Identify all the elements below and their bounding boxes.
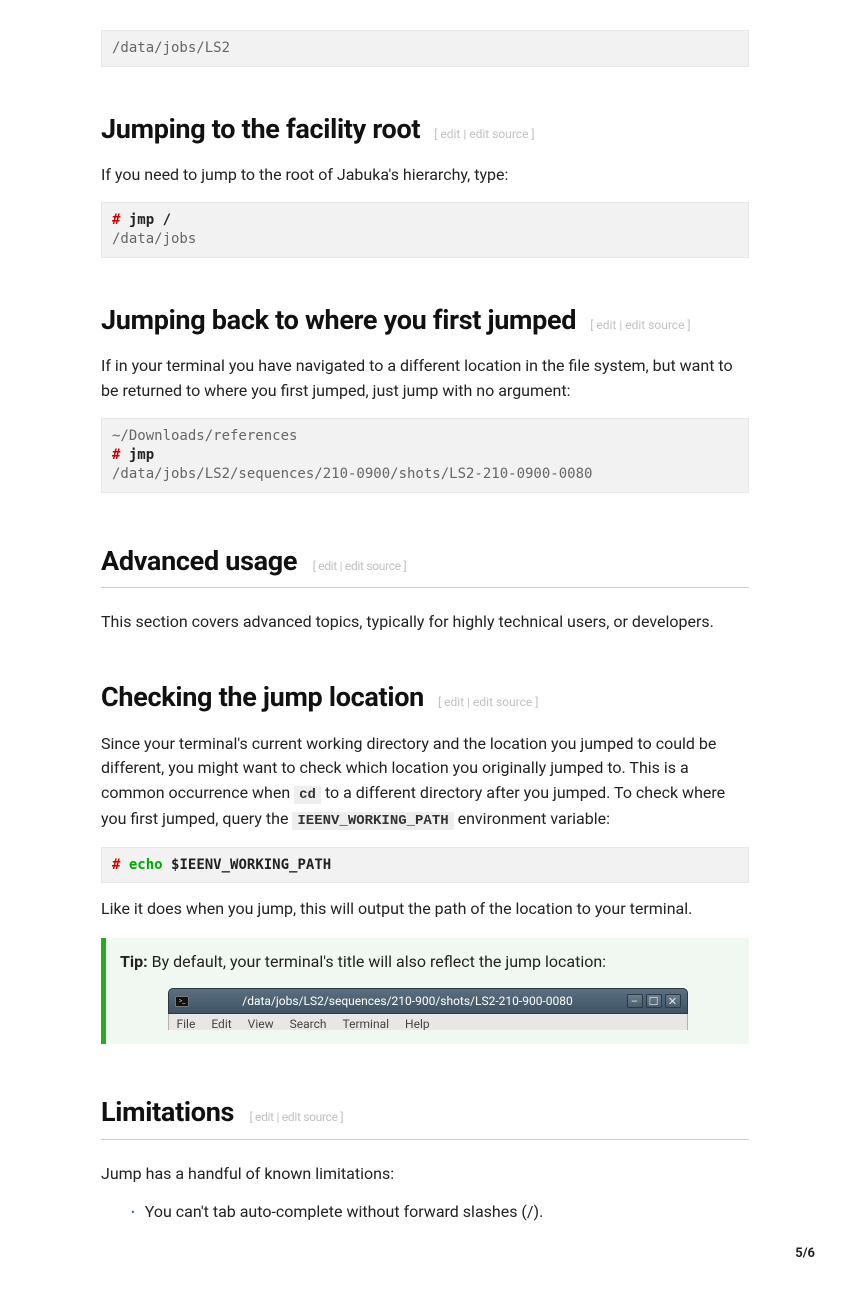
code-block: ~/Downloads/references # jmp /data/jobs/… xyxy=(101,418,749,493)
heading-jump-back: Jumping back to where you first jumped xyxy=(101,304,576,336)
maximize-icon[interactable]: ☐ xyxy=(646,994,662,1008)
terminal-app-icon: >_ xyxy=(175,996,189,1007)
prompt-hash: # xyxy=(112,212,120,228)
edit-source-link[interactable]: edit source xyxy=(473,695,532,709)
edit-link[interactable]: edit xyxy=(444,695,464,709)
tip-box: Tip: By default, your terminal's title w… xyxy=(101,938,749,1044)
text-run: environment variable: xyxy=(454,809,610,828)
list-item: You can't tab auto-complete without forw… xyxy=(131,1200,749,1224)
page-number: 5/6 xyxy=(0,1244,815,1264)
paragraph: Since your terminal's current working di… xyxy=(101,732,749,833)
limitations-list: You can't tab auto-complete without forw… xyxy=(131,1200,749,1224)
code-output: /data/jobs/LS2/sequences/210-0900/shots/… xyxy=(112,466,592,482)
edit-links: [ edit | edit source ] xyxy=(438,695,538,709)
edit-links: [ edit | edit source ] xyxy=(307,559,406,573)
menu-file[interactable]: File xyxy=(177,1017,196,1030)
terminal-titlebar: >_ /data/jobs/LS2/sequences/210-900/shot… xyxy=(168,988,688,1014)
menu-search[interactable]: Search xyxy=(290,1017,327,1030)
edit-link[interactable]: edit xyxy=(318,559,337,573)
terminal-menubar: File Edit View Search Terminal Help xyxy=(168,1014,688,1030)
menu-view[interactable]: View xyxy=(248,1017,274,1030)
paragraph: Like it does when you jump, this will ou… xyxy=(101,897,749,922)
terminal-screenshot: >_ /data/jobs/LS2/sequences/210-900/shot… xyxy=(168,988,688,1030)
inline-code-cd: cd xyxy=(294,786,321,804)
edit-source-link[interactable]: edit source xyxy=(469,127,528,141)
prompt-hash: # xyxy=(112,857,120,873)
paragraph: This section covers advanced topics, typ… xyxy=(101,610,749,635)
tip-label: Tip: xyxy=(120,952,148,971)
edit-source-link[interactable]: edit source xyxy=(282,1110,338,1124)
paragraph: Jump has a handful of known limitations: xyxy=(101,1162,749,1187)
heading-check-location: Checking the jump location xyxy=(101,681,424,713)
window-buttons: – ☐ ✕ xyxy=(627,994,681,1008)
paragraph: If in your terminal you have navigated t… xyxy=(101,354,749,404)
prompt-hash: # xyxy=(112,447,120,463)
command-keyword: echo xyxy=(129,857,163,873)
edit-link[interactable]: edit xyxy=(255,1110,274,1124)
edit-links: [ edit | edit source ] xyxy=(590,318,690,332)
edit-links: [ edit | edit source ] xyxy=(434,127,534,141)
terminal-title-text: /data/jobs/LS2/sequences/210-900/shots/L… xyxy=(189,992,627,1010)
heading-text: Advanced usage xyxy=(101,545,297,577)
menu-terminal[interactable]: Terminal xyxy=(343,1017,390,1030)
paragraph: If you need to jump to the root of Jabuk… xyxy=(101,163,749,188)
edit-source-link[interactable]: edit source xyxy=(625,318,684,332)
edit-source-link[interactable]: edit source xyxy=(345,559,401,573)
code-block: # jmp / /data/jobs xyxy=(101,202,749,258)
command-text: jmp / xyxy=(129,212,171,228)
heading-text: Limitations xyxy=(101,1096,234,1128)
tip-text: Tip: By default, your terminal's title w… xyxy=(120,950,735,974)
edit-links: [ edit | edit source ] xyxy=(244,1110,343,1124)
command-text: jmp xyxy=(129,447,154,463)
edit-link[interactable]: edit xyxy=(440,127,460,141)
edit-link[interactable]: edit xyxy=(596,318,616,332)
heading-limitations: Limitations [ edit | edit source ] xyxy=(101,1092,749,1140)
close-icon[interactable]: ✕ xyxy=(665,994,681,1008)
code-block: /data/jobs/LS2 xyxy=(101,30,749,67)
heading-advanced-usage: Advanced usage [ edit | edit source ] xyxy=(101,541,749,589)
command-arg: $IEENV_WORKING_PATH xyxy=(171,857,331,873)
code-output: /data/jobs/LS2 xyxy=(112,40,230,56)
menu-help[interactable]: Help xyxy=(405,1017,430,1030)
code-block: # echo $IEENV_WORKING_PATH xyxy=(101,847,749,884)
inline-code-env: IEENV_WORKING_PATH xyxy=(292,812,453,830)
code-output: ~/Downloads/references xyxy=(112,428,297,444)
text-run: By default, your terminal's title will a… xyxy=(148,952,606,971)
menu-edit[interactable]: Edit xyxy=(211,1017,231,1030)
minimize-icon[interactable]: – xyxy=(627,994,643,1008)
code-output: /data/jobs xyxy=(112,231,196,247)
heading-facility-root: Jumping to the facility root xyxy=(101,113,420,145)
